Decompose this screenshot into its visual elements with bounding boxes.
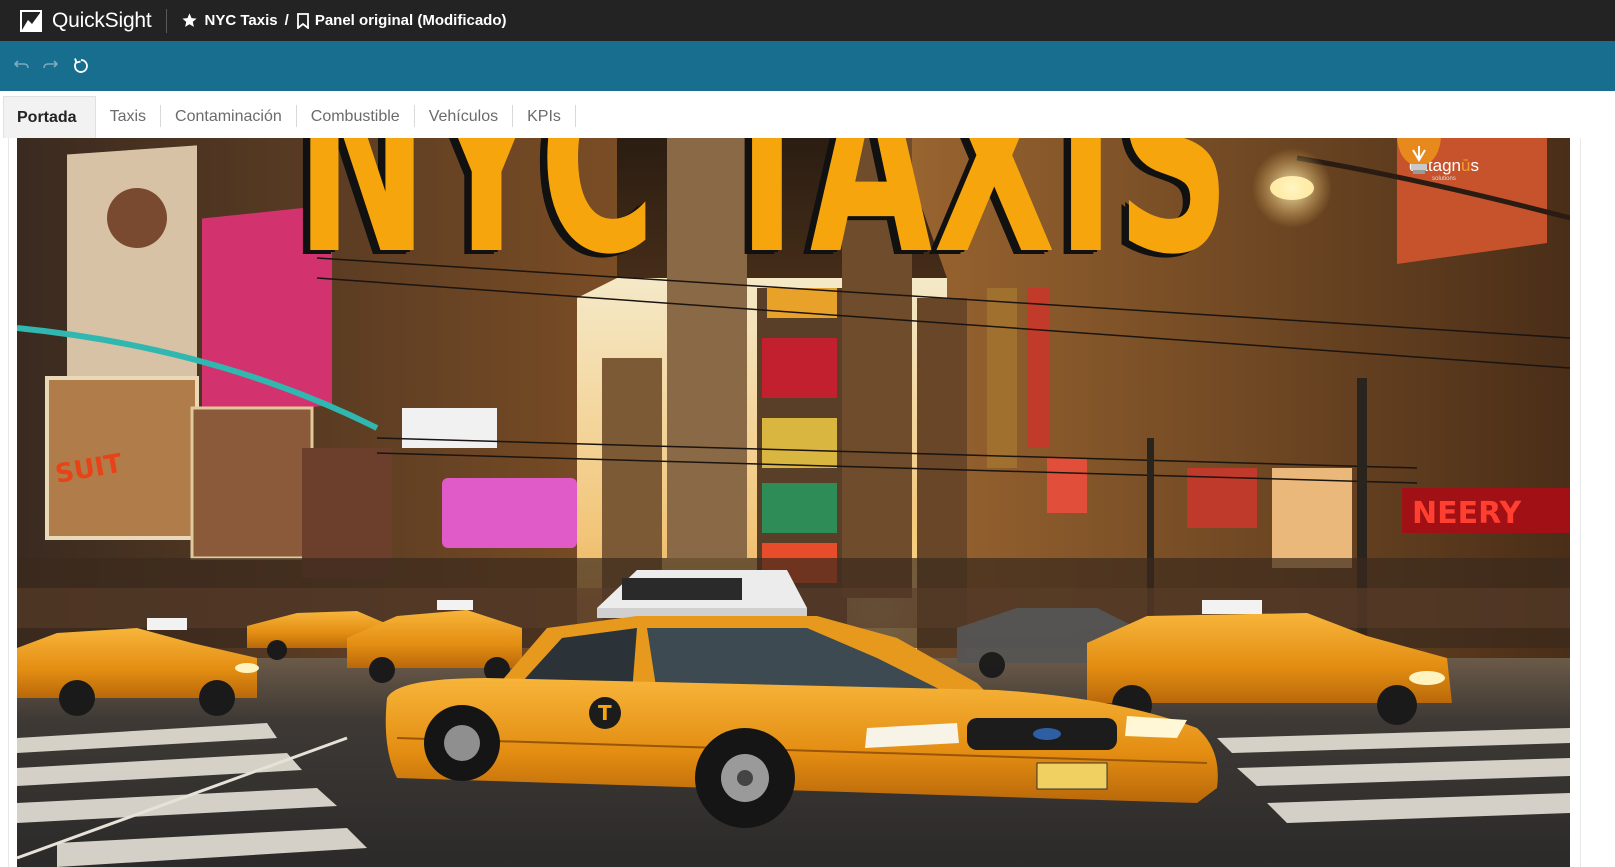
tab-label: Portada (17, 108, 77, 126)
breadcrumb: NYC Taxis / Panel original (Modificado) (181, 12, 507, 29)
tab-label: KPIs (527, 108, 561, 125)
header-divider (165, 8, 167, 33)
times-square-illustration: SUIT NEERY T (17, 138, 1570, 867)
breadcrumb-separator: / (284, 12, 289, 29)
svg-text:T: T (598, 701, 612, 725)
cover-image-visual[interactable]: SUIT NEERY T NYC TAXIS datagnūs solution… (17, 138, 1570, 867)
tab-portada[interactable]: Portada (3, 96, 96, 138)
logo-wordmark-end: s (1470, 156, 1479, 175)
app-header: QuickSight NYC Taxis / Panel original (M… (0, 0, 1615, 41)
canvas-left-border (8, 138, 9, 867)
bookmark-icon[interactable] (296, 12, 310, 29)
tab-label: Combustible (310, 108, 400, 125)
tab-taxis[interactable]: Taxis (96, 96, 160, 138)
tab-label: Vehículos (428, 108, 499, 125)
undo-icon (13, 60, 29, 69)
tab-label: Contaminación (175, 108, 282, 125)
breadcrumb-analysis[interactable]: NYC Taxis (205, 12, 278, 29)
canvas-right-border (1580, 138, 1581, 867)
quicksight-logo-icon (20, 9, 42, 32)
star-icon[interactable] (181, 12, 198, 29)
reset-icon (74, 58, 88, 73)
app-name: QuickSight (52, 8, 152, 32)
logo-subtitle: solutions (1432, 176, 1456, 182)
redo-button[interactable] (40, 55, 62, 77)
svg-text:NEERY: NEERY (1412, 496, 1523, 531)
analysis-toolbar (0, 41, 1615, 91)
sheet-canvas: SUIT NEERY T NYC TAXIS datagnūs solution… (0, 138, 1615, 867)
redo-icon (43, 60, 59, 69)
tab-combustible[interactable]: Combustible (297, 96, 414, 138)
tab-contaminacion[interactable]: Contaminación (161, 96, 296, 138)
lightbulb-icon (1397, 138, 1441, 174)
quicksight-home-link[interactable]: QuickSight (0, 0, 152, 41)
datagnus-logo: datagnūs solutions (1389, 138, 1499, 233)
sheet-tabs: Portada Taxis Contaminación Combustible … (0, 91, 1615, 138)
undo-button[interactable] (10, 55, 32, 77)
tab-vehiculos[interactable]: Vehículos (415, 96, 512, 138)
tab-label: Taxis (109, 108, 147, 125)
tab-divider (574, 105, 576, 127)
breadcrumb-sheet[interactable]: Panel original (Modificado) (315, 12, 507, 29)
reset-button[interactable] (70, 55, 92, 77)
tab-kpis[interactable]: KPIs (513, 96, 575, 138)
